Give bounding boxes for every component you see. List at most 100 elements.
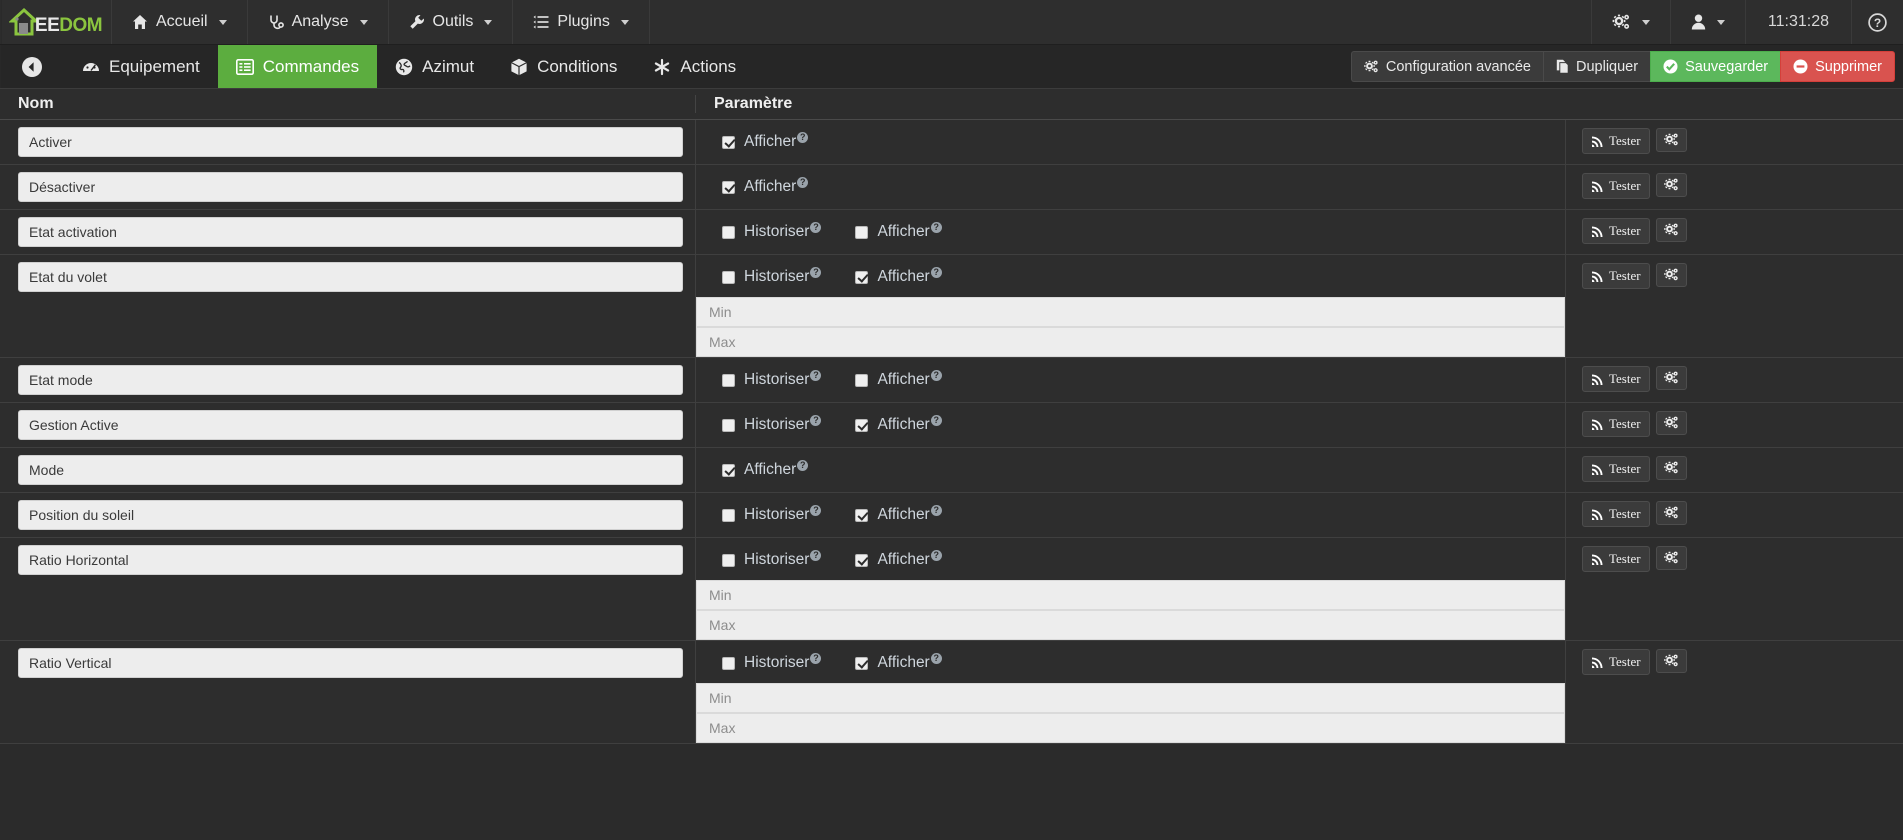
command-config-button[interactable] <box>1655 501 1687 525</box>
help-icon[interactable]: ? <box>930 266 942 278</box>
help-icon[interactable]: ? <box>810 652 822 664</box>
help-icon[interactable]: ? <box>810 549 822 561</box>
min-input[interactable] <box>696 580 1565 610</box>
historiser-checkbox[interactable] <box>722 553 735 567</box>
afficher-checkbox[interactable] <box>855 508 869 522</box>
cell-parametre: Historiser? Afficher? <box>695 255 1565 357</box>
checkbox-line: Historiser? Afficher? <box>696 210 1565 252</box>
cell-parametre: Historiser? Afficher? <box>695 538 1565 640</box>
historiser-checkbox[interactable] <box>722 225 735 239</box>
tab-equipement[interactable]: Equipement <box>64 45 218 88</box>
tab-azimut[interactable]: Azimut <box>377 45 492 88</box>
nav-item-outils[interactable]: Outils <box>389 0 514 44</box>
sauvegarder-label: Sauvegarder <box>1685 58 1769 75</box>
tester-button[interactable]: Tester <box>1582 649 1650 675</box>
help-icon[interactable]: ? <box>930 221 942 233</box>
help-icon[interactable]: ? <box>930 652 942 664</box>
afficher-checkbox[interactable] <box>722 180 735 194</box>
command-name-input[interactable] <box>18 217 683 247</box>
command-name-input[interactable] <box>18 127 683 157</box>
command-config-button[interactable] <box>1655 366 1687 390</box>
historiser-checkbox[interactable] <box>722 373 735 387</box>
command-name-input[interactable] <box>18 455 683 485</box>
help-icon[interactable]: ? <box>797 131 809 143</box>
help-icon[interactable]: ? <box>810 369 822 381</box>
min-input[interactable] <box>696 297 1565 327</box>
help-icon[interactable]: ? <box>930 414 942 426</box>
configuration-avancee-button[interactable]: Configuration avancée <box>1350 51 1543 82</box>
nav-user-menu[interactable] <box>1671 0 1746 44</box>
help-icon[interactable]: ? <box>810 414 822 426</box>
afficher-checkbox[interactable] <box>722 135 735 149</box>
tab-conditions[interactable]: Conditions <box>492 45 635 88</box>
help-icon[interactable]: ? <box>797 459 809 471</box>
help-icon[interactable]: ? <box>930 369 942 381</box>
command-config-button[interactable] <box>1655 546 1687 570</box>
historiser-checkbox[interactable] <box>722 656 735 670</box>
tester-button[interactable]: Tester <box>1582 501 1650 527</box>
help-button[interactable]: ? <box>1852 0 1903 44</box>
max-input[interactable] <box>696 610 1565 640</box>
tester-button[interactable]: Tester <box>1582 456 1650 482</box>
help-icon[interactable]: ? <box>930 549 942 561</box>
command-name-input[interactable] <box>18 410 683 440</box>
nav-settings-menu[interactable] <box>1592 0 1671 44</box>
command-name-input[interactable] <box>18 262 683 292</box>
historiser-checkbox[interactable] <box>722 508 735 522</box>
afficher-checkbox[interactable] <box>855 225 869 239</box>
wrench-icon <box>409 14 425 30</box>
command-config-button[interactable] <box>1655 456 1687 480</box>
afficher-checkbox[interactable] <box>722 463 735 477</box>
tester-button[interactable]: Tester <box>1582 411 1650 437</box>
sauvegarder-button[interactable]: Sauvegarder <box>1650 51 1781 82</box>
help-icon[interactable]: ? <box>810 266 822 278</box>
help-icon[interactable]: ? <box>930 504 942 516</box>
afficher-checkbox[interactable] <box>855 373 869 387</box>
back-button[interactable] <box>0 45 64 88</box>
afficher-checkbox[interactable] <box>855 418 869 432</box>
tester-button[interactable]: Tester <box>1582 546 1650 572</box>
help-icon[interactable]: ? <box>810 221 822 233</box>
command-config-button[interactable] <box>1655 173 1687 197</box>
nav-item-accueil[interactable]: Accueil <box>112 0 248 44</box>
historiser-checkbox[interactable] <box>722 418 735 432</box>
command-config-button[interactable] <box>1655 218 1687 242</box>
nav-item-plugins[interactable]: Plugins <box>513 0 650 44</box>
supprimer-button[interactable]: Supprimer <box>1780 51 1895 82</box>
tester-button[interactable]: Tester <box>1582 173 1650 199</box>
chevron-down-icon <box>1716 19 1725 25</box>
nav-item-analyse[interactable]: Analyse <box>248 0 389 44</box>
tester-button[interactable]: Tester <box>1582 128 1650 154</box>
command-config-button[interactable] <box>1655 649 1687 673</box>
tester-button[interactable]: Tester <box>1582 366 1650 392</box>
back-arrow-icon <box>21 56 43 78</box>
command-config-button[interactable] <box>1655 128 1687 152</box>
tester-label: Tester <box>1609 461 1641 476</box>
tester-button[interactable]: Tester <box>1582 263 1650 289</box>
command-name-input[interactable] <box>18 500 683 530</box>
tab-commandes[interactable]: Commandes <box>217 45 378 88</box>
min-input[interactable] <box>696 683 1565 713</box>
command-config-button[interactable] <box>1655 263 1687 287</box>
afficher-checkbox[interactable] <box>855 553 869 567</box>
afficher-checkbox[interactable] <box>855 656 869 670</box>
historiser-checkbox[interactable] <box>722 270 735 284</box>
afficher-group: Afficher? <box>722 176 809 195</box>
command-name-input[interactable] <box>18 648 683 678</box>
afficher-checkbox[interactable] <box>855 270 869 284</box>
globe-icon <box>395 58 413 76</box>
command-name-input[interactable] <box>18 365 683 395</box>
rss-icon <box>1591 508 1604 521</box>
help-icon[interactable]: ? <box>797 176 809 188</box>
help-icon[interactable]: ? <box>810 504 822 516</box>
command-name-input[interactable] <box>18 172 683 202</box>
command-config-button[interactable] <box>1655 411 1687 435</box>
tab-actions[interactable]: Actions <box>635 45 754 88</box>
jeedom-logo[interactable]: EEDOM <box>0 0 112 44</box>
tab-azimut-label: Azimut <box>422 56 475 76</box>
max-input[interactable] <box>696 713 1565 743</box>
tester-button[interactable]: Tester <box>1582 218 1650 244</box>
dupliquer-button[interactable]: Dupliquer <box>1543 51 1651 82</box>
max-input[interactable] <box>696 327 1565 357</box>
command-name-input[interactable] <box>18 545 683 575</box>
